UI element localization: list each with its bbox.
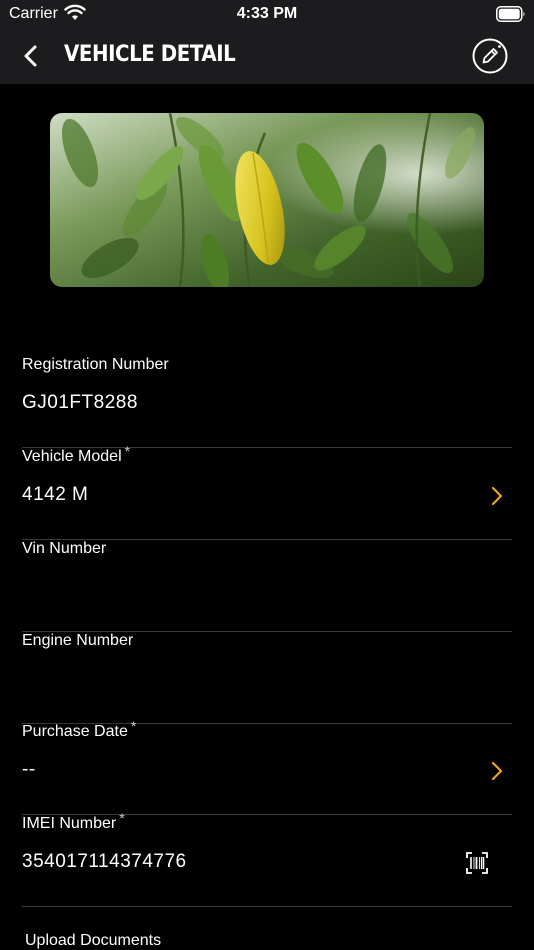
required-asterisk: * [119, 810, 125, 826]
vehicle-model-field[interactable]: Vehicle Model * 4142 M [22, 443, 512, 540]
purchase-date-value[interactable]: -- [22, 759, 36, 781]
registration-number-value[interactable]: GJ01FT8288 [22, 392, 138, 414]
required-asterisk: * [124, 443, 131, 459]
back-chevron-icon[interactable] [18, 42, 46, 70]
vehicle-model-label: Vehicle Model * [22, 443, 130, 466]
engine-number-label: Engine Number [22, 632, 134, 649]
imei-number-field[interactable]: IMEI Number * 354017114374776 [22, 810, 512, 907]
vehicle-model-value[interactable]: 4142 M [22, 484, 88, 506]
imei-number-label-text: IMEI Number [22, 815, 117, 832]
chevron-right-icon[interactable] [490, 761, 504, 781]
vin-number-field[interactable]: Vin Number [22, 540, 512, 632]
registration-number-label: Registration Number [22, 356, 169, 373]
leaves-image [50, 113, 484, 287]
purchase-date-field[interactable]: Purchase Date * -- [22, 718, 512, 815]
clock: 4:33 PM [236, 5, 298, 22]
required-asterisk: * [130, 718, 137, 734]
imei-number-value[interactable]: 354017114374776 [22, 851, 187, 873]
vehicle-model-label-text: Vehicle Model [22, 448, 122, 465]
barcode-scan-icon[interactable] [466, 852, 488, 874]
navigation-bar: VEHICLE DETAIL [0, 30, 534, 84]
purchase-date-label: Purchase Date * [22, 718, 136, 741]
edit-pencil-icon[interactable] [471, 37, 509, 75]
page-title: VEHICLE DETAIL [64, 42, 236, 67]
purchase-date-label-text: Purchase Date [22, 723, 128, 740]
status-bar: Carrier 4:33 PM [0, 0, 534, 30]
chevron-right-icon[interactable] [490, 486, 504, 506]
imei-number-label: IMEI Number * [22, 810, 125, 833]
registration-number-field[interactable]: Registration Number GJ01FT8288 [22, 356, 512, 448]
vehicle-photo[interactable] [50, 113, 484, 287]
engine-number-field[interactable]: Engine Number [22, 632, 512, 724]
vin-number-label: Vin Number [22, 540, 107, 557]
battery-icon [496, 6, 525, 22]
upload-documents-label[interactable]: Upload Documents [25, 932, 161, 950]
